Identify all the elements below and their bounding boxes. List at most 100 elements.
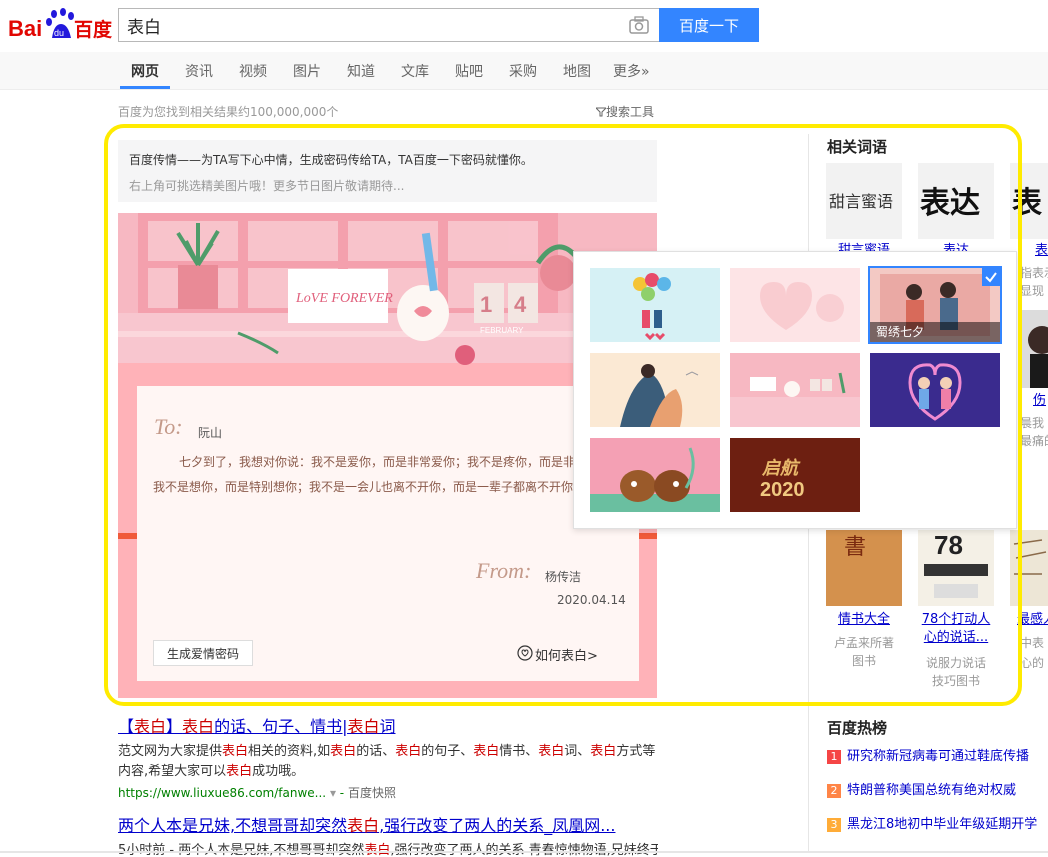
book-sub-love-letters-2: 图书 [851, 654, 876, 668]
header: Bai du 百度 百度一下 [0, 0, 1048, 52]
dropdown-arrow-icon[interactable]: ▾ [330, 786, 336, 800]
template-thumb-balloons[interactable] [590, 268, 720, 342]
tab-purchase[interactable]: 采购 [509, 61, 537, 81]
related-img-biao[interactable]: 表 [1010, 163, 1048, 239]
search-tools-button[interactable]: 搜索工具 [594, 103, 654, 120]
book-link-talk-skills[interactable]: 78个打动人心的说话... [918, 611, 994, 647]
related-img-biao-text: 表 [1012, 186, 1042, 221]
book-sub-talk-skills-2: 技巧图书 [931, 674, 980, 688]
template-thumb-heart-couple[interactable] [870, 353, 1000, 427]
letter-date: 2020.04.14 [557, 593, 626, 607]
book-img-talk-skills-text: 78 [934, 530, 963, 560]
love-forever-text: LoVE FOREVER [295, 291, 393, 306]
love-letter: To: 阮山 七夕到了，我想对你说：我不是爱你，而是非常爱你；我不是疼你，而是非… [137, 386, 639, 681]
related-link-shang[interactable]: 伤 [1033, 392, 1048, 410]
related-img-express-text: 表达 [920, 186, 980, 221]
hot-list-title: 百度热榜 [827, 719, 888, 737]
related-snip-4: 最痛的 [1020, 434, 1048, 448]
book-sub-talk-skills-1: 说服力说话 [925, 656, 986, 670]
book-sub-touching-2: 心的 [1020, 656, 1045, 670]
related-link-biao[interactable]: 表 [1035, 242, 1048, 260]
related-img-sweet-words[interactable]: 甜言蜜语 [826, 163, 902, 239]
result-count: 百度为您找到相关结果约100,000,000个 [118, 105, 339, 119]
related-snip-1: 指表示 [1020, 266, 1048, 280]
tab-tieba[interactable]: 贴吧 [455, 61, 483, 81]
tab-images[interactable]: 图片 [293, 61, 321, 81]
result-title-link[interactable]: 【表白】表白的话、句子、情书|表白词 [118, 713, 658, 737]
book-sub-love-letters-1: 卢孟来所著 [833, 636, 894, 650]
related-img-express[interactable]: 表达 [918, 163, 994, 239]
hot-item-2[interactable]: 2 特朗普称美国总统有绝对权威 [827, 779, 1016, 798]
selected-template-caption: 蜀绣七夕 [870, 322, 1000, 342]
related-words-title: 相关词语 [827, 138, 888, 156]
from-name: 杨传洁 [545, 570, 582, 584]
to-name: 阮山 [198, 426, 223, 440]
tab-web[interactable]: 网页 [131, 61, 159, 81]
february-label: FEBRUARY [480, 326, 524, 335]
baidu-logo[interactable]: Bai du 百度 [8, 6, 113, 44]
svg-text:1: 1 [480, 292, 492, 317]
template-thumb-2020[interactable]: 启航 2020 [730, 438, 860, 512]
tab-video[interactable]: 视频 [239, 61, 267, 81]
search-input[interactable] [119, 9, 609, 41]
template-thumb-hedgehogs[interactable] [590, 438, 720, 512]
search-type-tabs: 网页 资讯 视频 图片 知道 文库 贴吧 采购 地图 更多» [0, 52, 1048, 90]
related-snip-2: 显现 [1020, 284, 1045, 298]
snapshot-link[interactable]: 百度快照 [348, 786, 396, 800]
search-button[interactable]: 百度一下 [659, 8, 759, 42]
book-link-touching[interactable]: 最感人 [1017, 611, 1048, 629]
book-img-talk-skills[interactable]: 78 [918, 530, 994, 606]
tab-map[interactable]: 地图 [563, 61, 591, 81]
svg-text:Bai: Bai [8, 16, 42, 41]
heart-chat-icon [517, 645, 533, 661]
hot-item-1[interactable]: 1 研究称新冠病毒可通过鞋底传播 [827, 745, 1029, 764]
svg-text:启航: 启航 [761, 458, 801, 479]
book-img-love-letters[interactable]: 書 [826, 530, 902, 606]
template-thumb-hearts[interactable] [730, 268, 860, 342]
book-img-love-letters-text: 書 [844, 535, 866, 560]
hot-rank-badge: 2 [827, 784, 841, 798]
how-to-confess-link[interactable]: 如何表白> [535, 645, 598, 664]
camera-icon[interactable] [629, 16, 649, 34]
result-description: 5小时前 - 两个人本是兄妹,不想哥哥却突然表白,强行改变了两人的关系 青春惊悚… [118, 843, 658, 857]
related-link-express[interactable]: 表达 [918, 242, 994, 251]
tab-wenku[interactable]: 文库 [401, 61, 429, 81]
tab-news[interactable]: 资讯 [185, 61, 213, 81]
related-link-sweet-words[interactable]: 甜言蜜语 [826, 242, 902, 251]
generate-love-code-button[interactable]: 生成爱情密码 [153, 640, 253, 666]
book-link-love-letters[interactable]: 情书大全 [826, 611, 902, 629]
svg-text:2020: 2020 [760, 479, 805, 501]
active-tab-indicator [120, 86, 170, 89]
template-thumb-couple-embrace[interactable] [590, 353, 720, 427]
related-img-sweet-words-text: 甜言蜜语 [829, 192, 893, 211]
book-sub-touching-1: 中表 [1020, 636, 1045, 650]
template-thumb-love-forever[interactable] [730, 353, 860, 427]
book-img-touching[interactable] [1010, 530, 1048, 606]
search-box[interactable] [118, 8, 659, 42]
filter-icon [594, 107, 608, 117]
hot-item-text: 特朗普称美国总统有绝对权威 [847, 783, 1017, 798]
related-snip-3: 晨我 [1020, 416, 1045, 430]
hot-item-3[interactable]: 3 黑龙江8地初中毕业年级延期开学 [827, 813, 1037, 832]
template-picker-popup: 蜀绣七夕 启航 2020 [573, 251, 1017, 529]
related-img-person[interactable] [1020, 310, 1048, 388]
hot-rank-badge: 1 [827, 750, 841, 764]
search-result-1: 【表白】表白的话、句子、情书|表白词 范文网为大家提供表白相关的资料,如表白的话… [118, 713, 658, 801]
hot-rank-badge: 3 [827, 818, 841, 832]
result-url[interactable]: https://www.liuxue86.com/fanwe... ▾ - 百度… [118, 784, 658, 801]
letter-body: 七夕到了，我想对你说：我不是爱你，而是非常爱你；我不是疼你，而是非常疼你；我不是… [153, 455, 624, 494]
result-url-text: https://www.liuxue86.com/fanwe... [118, 786, 327, 800]
baidu-chuanqing-card: 百度传情——为TA写下心中情，生成密码传给TA，TA百度一下密码就懂你。 右上角… [118, 140, 657, 202]
tab-zhidao[interactable]: 知道 [347, 61, 375, 81]
template-thumb-shuxiu-qixi[interactable]: 蜀绣七夕 [868, 266, 1002, 344]
tab-more[interactable]: 更多» [613, 61, 650, 81]
result-title-link[interactable]: 两个人本是兄妹,不想哥哥却突然表白,强行改变了两人的关系_凤凰网... [118, 812, 658, 836]
hot-item-text: 研究称新冠病毒可通过鞋底传播 [847, 749, 1030, 764]
hot-item-text: 黑龙江8地初中毕业年级延期开学 [847, 817, 1038, 832]
svg-text:du: du [54, 28, 64, 38]
from-label: From: [476, 558, 532, 583]
chuanqing-title: 百度传情——为TA写下心中情，生成密码传给TA，TA百度一下密码就懂你。 [129, 153, 533, 167]
to-label: To: [154, 414, 183, 439]
result-description: 范文网为大家提供表白相关的资料,如表白的话、表白的句子、表白情书、表白词、表白方… [118, 744, 656, 779]
svg-text:百度: 百度 [74, 18, 112, 41]
